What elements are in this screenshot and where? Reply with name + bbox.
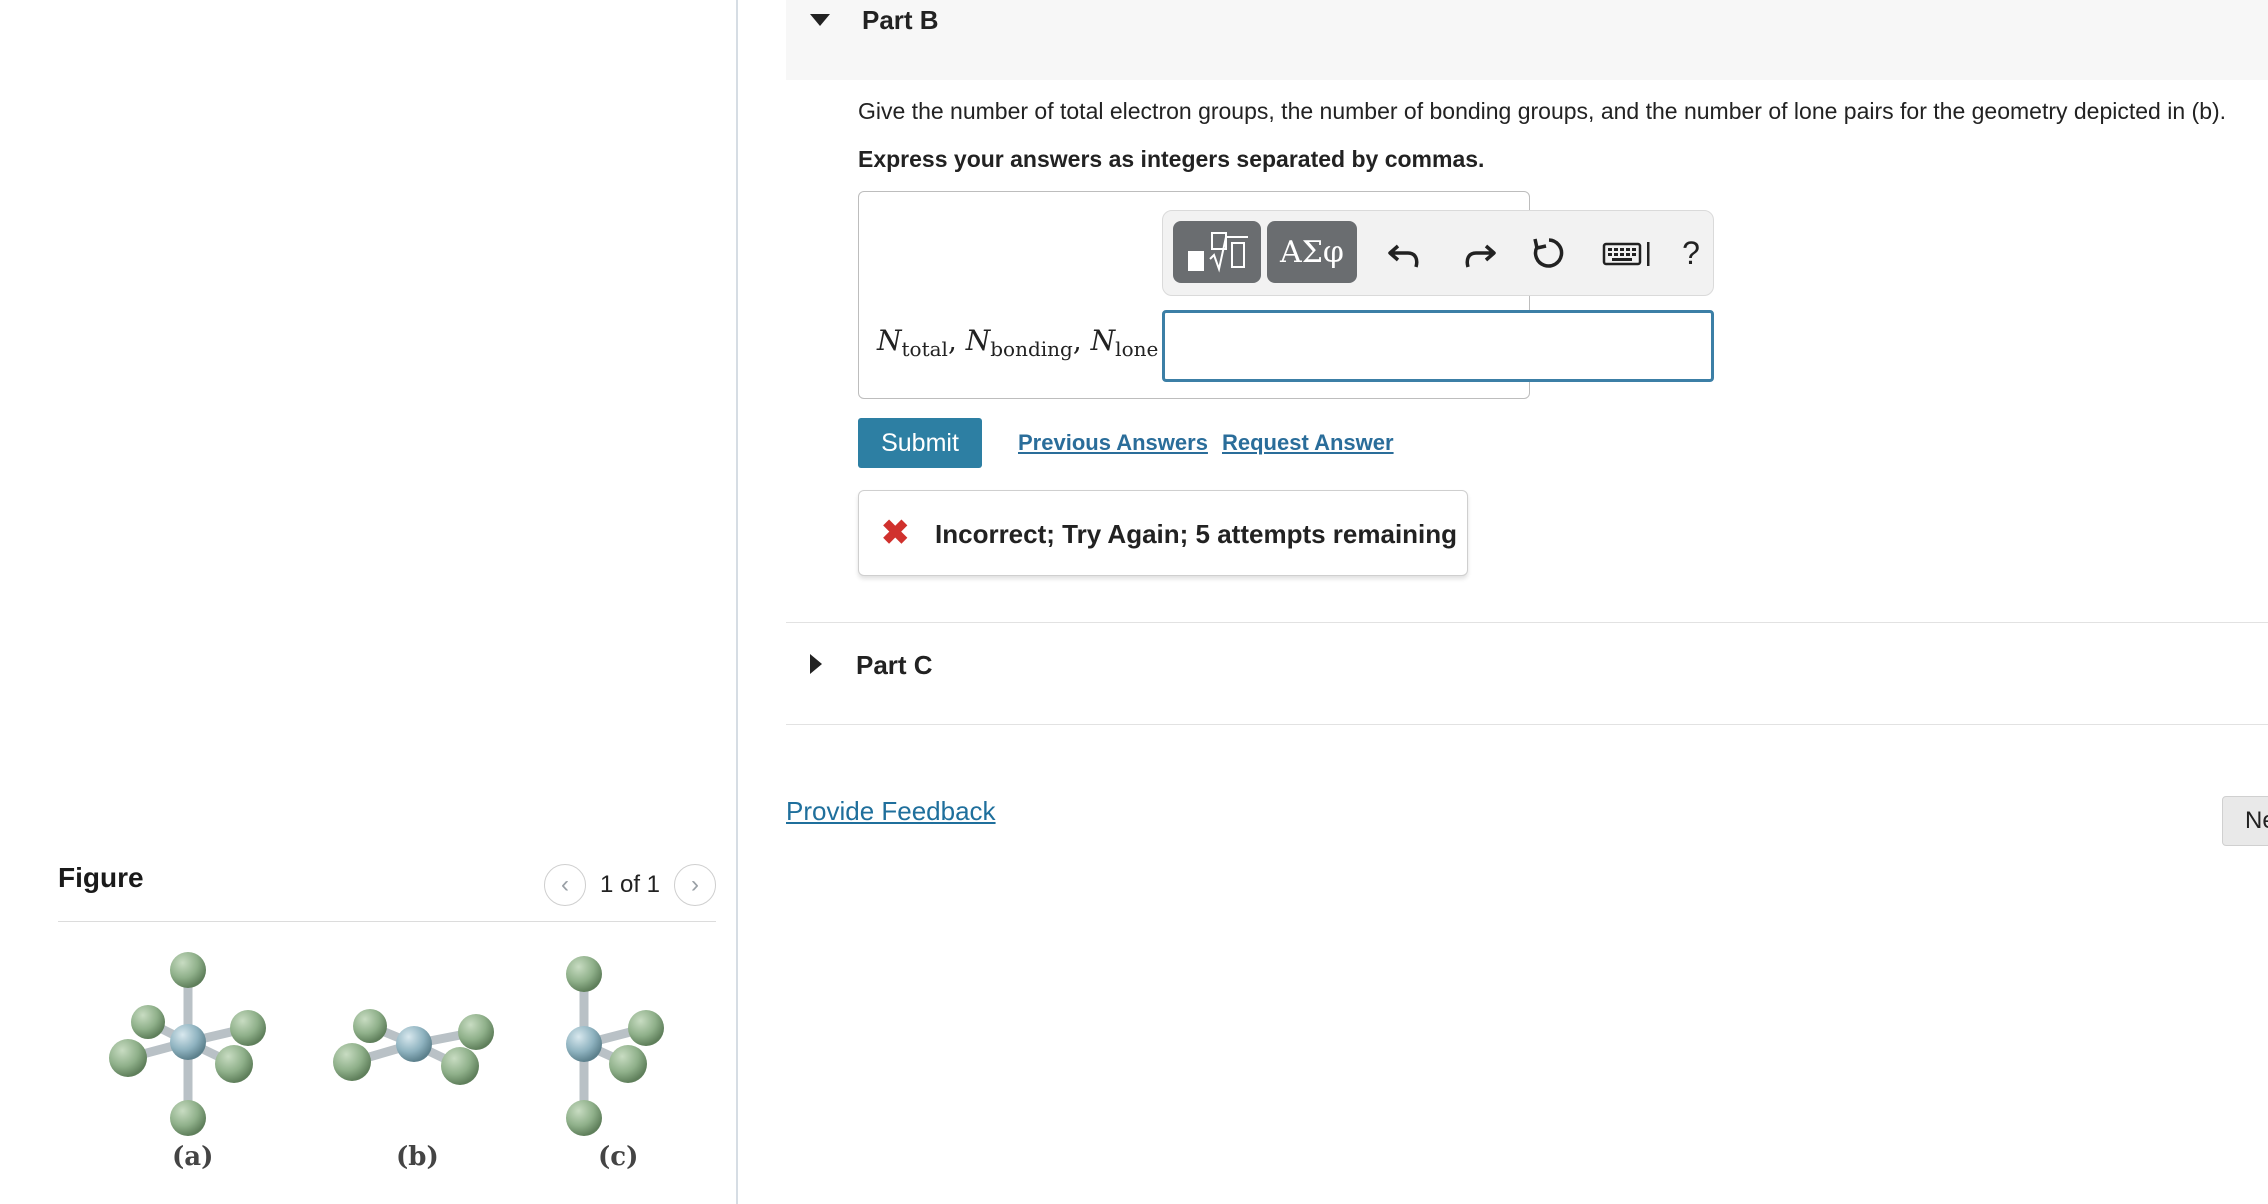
- eq-var-3: N: [1090, 324, 1116, 357]
- submit-button[interactable]: Submit: [858, 418, 982, 468]
- math-toolbar: ΑΣφ ?: [1162, 210, 1714, 296]
- part-b-header[interactable]: Part B: [786, 0, 2268, 80]
- next-label: Next: [2245, 807, 2268, 834]
- instruction-text: Express your answers as integers separat…: [858, 146, 1485, 172]
- eq-sep-1: ,: [947, 324, 966, 357]
- incorrect-x-icon: ✖: [881, 514, 910, 552]
- caret-right-icon[interactable]: [810, 654, 822, 674]
- figure-label-c: (c): [598, 1142, 639, 1172]
- provide-feedback-link[interactable]: Provide Feedback: [786, 796, 996, 827]
- feedback-message: ✖ Incorrect; Try Again; 5 attempts remai…: [858, 490, 1468, 576]
- part-c-title[interactable]: Part C: [856, 650, 933, 681]
- redo-icon[interactable]: [1459, 233, 1499, 273]
- divider: [786, 724, 2268, 725]
- figure-label-b: (b): [396, 1142, 439, 1172]
- molecule-a: [109, 952, 266, 1136]
- request-answer-link[interactable]: Request Answer: [1222, 430, 1394, 456]
- undo-icon[interactable]: [1385, 233, 1425, 273]
- main-content: Part B Give the number of total electron…: [786, 0, 2268, 1204]
- question-text: Give the number of total electron groups…: [858, 98, 2227, 124]
- feedback-text: Incorrect; Try Again; 5 attempts remaini…: [935, 519, 1458, 549]
- part-b-title: Part B: [862, 5, 939, 35]
- reset-icon[interactable]: [1529, 233, 1569, 273]
- chevron-right-icon[interactable]: ›: [674, 864, 716, 906]
- eq-var-1: N: [877, 324, 902, 357]
- molecule-c: [566, 956, 664, 1136]
- sqrt-template-icon[interactable]: [1173, 221, 1261, 283]
- figure-pager: ‹ 1 of 1 ›: [543, 864, 716, 906]
- molecule-b: [333, 1009, 494, 1085]
- pager-text: 1 of 1: [599, 871, 660, 898]
- next-button[interactable]: Next: [2222, 796, 2268, 846]
- previous-answers-link[interactable]: Previous Answers: [1018, 430, 1208, 456]
- answer-input[interactable]: [1162, 310, 1714, 382]
- eq-sub-3: lone: [1115, 337, 1159, 361]
- symbols-button[interactable]: ΑΣφ: [1267, 221, 1357, 283]
- eq-sub-2: bonding: [990, 337, 1073, 361]
- figure-title: Figure: [58, 862, 144, 893]
- figure-label-a: (a): [172, 1142, 214, 1172]
- help-button[interactable]: ?: [1671, 233, 1711, 273]
- equation-label: Ntotal, Nbonding, Nlone =: [877, 324, 1184, 361]
- divider: [786, 622, 2268, 623]
- answer-box: ΑΣφ ? Ntotal, Nbonding, Nlone =: [858, 191, 1714, 399]
- chevron-left-icon[interactable]: ‹: [543, 864, 586, 906]
- keyboard-icon[interactable]: [1601, 233, 1657, 273]
- caret-down-icon[interactable]: [810, 14, 830, 26]
- eq-sub-1: total: [901, 337, 948, 361]
- figure-header: Figure ‹ 1 of 1 ›: [58, 858, 716, 922]
- eq-sep-2: ,: [1072, 324, 1091, 357]
- eq-var-2: N: [965, 324, 991, 357]
- figure-panel: Figure ‹ 1 of 1 › (a) (b) (c): [0, 0, 738, 1204]
